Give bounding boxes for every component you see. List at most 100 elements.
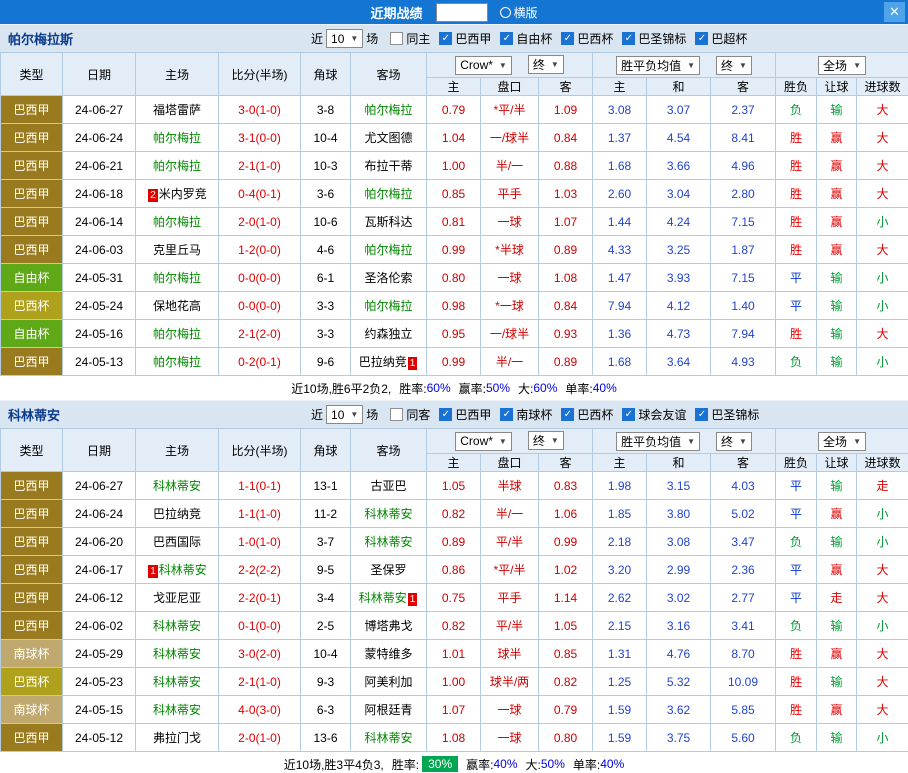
score: 2-1(1-0) <box>219 152 301 180</box>
euro-away-odds: 1.40 <box>711 292 776 320</box>
result-handicap: 赢 <box>817 500 857 528</box>
league-checkbox[interactable]: ✓球会友谊 <box>622 406 686 423</box>
team-label: 科林蒂安 <box>364 535 412 549</box>
league-checkbox[interactable]: ✓自由杯 <box>500 30 552 47</box>
match-count-select[interactable]: 10▼ <box>326 405 363 424</box>
col-subheader: 让球 <box>817 78 857 96</box>
asian-handicap: 一/球半 <box>481 320 539 348</box>
stat-value: 40% <box>600 757 624 771</box>
avg-odds-select[interactable]: 胜平负均值▼ <box>616 432 700 451</box>
league-checkbox[interactable]: ✓巴西甲 <box>439 30 491 47</box>
stat-value: 50% <box>541 757 565 771</box>
league-checkbox[interactable]: ✓巴超杯 <box>695 30 747 47</box>
result-winlose: 胜 <box>776 640 817 668</box>
away-team: 布拉干蒂 <box>351 152 427 180</box>
asian-away-odds: 0.83 <box>539 472 593 500</box>
asian-home-odds: 1.07 <box>427 696 481 724</box>
layout-radio-group: 竖版 横版 <box>436 3 537 22</box>
league-checkbox[interactable]: 同客 <box>390 406 430 423</box>
score: 3-0(1-0) <box>219 96 301 124</box>
final-odds-select[interactable]: 终▼ <box>528 431 564 450</box>
asian-away-odds: 0.85 <box>539 640 593 668</box>
result-goals: 小 <box>857 612 908 640</box>
result-goals: 大 <box>857 320 908 348</box>
score: 2-0(1-0) <box>219 724 301 752</box>
match-row: 巴西甲24-06-27科林蒂安1-1(0-1)13-1古亚巴1.05半球0.83… <box>1 472 908 500</box>
match-row: 巴西甲24-06-182米内罗竞0-4(0-1)3-6帕尔梅拉0.85平手1.0… <box>1 180 908 208</box>
result-winlose: 负 <box>776 96 817 124</box>
col-subheader: 让球 <box>817 454 857 472</box>
asian-away-odds: 0.80 <box>539 724 593 752</box>
scope-select[interactable]: 全场▼ <box>818 432 866 451</box>
euro-draw-odds: 2.99 <box>647 556 711 584</box>
euro-home-odds: 1.47 <box>593 264 647 292</box>
asian-handicap: *一球 <box>481 292 539 320</box>
odds-company-select[interactable]: Crow*▼ <box>455 432 512 451</box>
results-table: 类型日期主场比分(半场)角球客场Crow*▼终▼胜平负均值▼终▼全场▼主盘口客主… <box>0 428 908 752</box>
chevron-down-icon: ▼ <box>551 60 559 69</box>
asian-handicap: 一球 <box>481 724 539 752</box>
home-team: 科林蒂安 <box>136 668 219 696</box>
final-odds-select[interactable]: 终▼ <box>716 432 752 451</box>
team-name: 帕尔梅拉斯 <box>8 29 73 48</box>
result-goals: 大 <box>857 180 908 208</box>
match-row: 巴西甲24-06-20巴西国际1-0(1-0)3-7科林蒂安0.89平/半0.9… <box>1 528 908 556</box>
scope-controls: 全场▼ <box>776 429 908 454</box>
summary-stat: 胜率:30% <box>392 756 458 773</box>
euro-draw-odds: 3.07 <box>647 96 711 124</box>
summary-row: 近10场,胜6平2负2,胜率:60%赢率:50%大:60%单率:40% <box>0 376 908 400</box>
match-row: 南球杯24-05-15科林蒂安4-0(3-0)6-3阿根廷青1.07一球0.79… <box>1 696 908 724</box>
layout-radio-horizontal[interactable]: 横版 <box>500 4 538 21</box>
checkbox-label: 南球杯 <box>516 406 552 423</box>
avg-odds-select[interactable]: 胜平负均值▼ <box>616 56 700 75</box>
chevron-down-icon: ▼ <box>551 436 559 445</box>
result-goals: 小 <box>857 724 908 752</box>
match-row: 巴西甲24-06-12戈亚尼亚2-2(0-1)3-4科林蒂安10.75平手1.1… <box>1 584 908 612</box>
competition-type: 巴西杯 <box>1 668 63 696</box>
radio-label: 横版 <box>514 4 538 21</box>
result-goals: 大 <box>857 96 908 124</box>
scope-select[interactable]: 全场▼ <box>818 56 866 75</box>
odds-company-select[interactable]: Crow*▼ <box>455 56 512 75</box>
close-button[interactable]: ✕ <box>884 2 905 22</box>
league-checkbox[interactable]: ✓巴西杯 <box>561 406 613 423</box>
home-team: 戈亚尼亚 <box>136 584 219 612</box>
odds-company-select-value: Crow* <box>460 434 493 448</box>
away-team: 瓦斯科达 <box>351 208 427 236</box>
team-label: 保地花高 <box>153 299 201 313</box>
league-checkbox[interactable]: ✓南球杯 <box>500 406 552 423</box>
asian-home-odds: 1.05 <box>427 472 481 500</box>
home-team: 帕尔梅拉 <box>136 264 219 292</box>
league-checkbox[interactable]: ✓巴西杯 <box>561 30 613 47</box>
result-goals: 大 <box>857 152 908 180</box>
match-date: 24-06-17 <box>63 556 136 584</box>
col-subheader: 胜负 <box>776 454 817 472</box>
summary-stat: 胜率:60% <box>399 380 450 397</box>
home-team: 巴拉纳竞 <box>136 500 219 528</box>
scope-controls: 全场▼ <box>776 53 908 78</box>
result-winlose: 负 <box>776 348 817 376</box>
team-label: 帕尔梅拉 <box>153 271 201 285</box>
layout-radio-vertical[interactable]: 竖版 <box>436 3 487 22</box>
league-checkbox[interactable]: ✓巴圣锦标 <box>695 406 759 423</box>
final-odds-select[interactable]: 终▼ <box>716 56 752 75</box>
asian-home-odds: 0.86 <box>427 556 481 584</box>
corner-count: 9-5 <box>301 556 351 584</box>
result-goals: 小 <box>857 292 908 320</box>
summary-stat: 赢率:50% <box>459 380 510 397</box>
competition-type: 巴西甲 <box>1 236 63 264</box>
near-label: 近 <box>311 30 323 47</box>
summary-row: 近10场,胜3平4负3,胜率:30%赢率:40%大:50%单率:40% <box>0 752 908 773</box>
games-label: 场 <box>366 406 378 423</box>
corner-count: 10-4 <box>301 640 351 668</box>
competition-type: 巴西甲 <box>1 500 63 528</box>
match-count-select[interactable]: 10▼ <box>326 29 363 48</box>
match-date: 24-05-13 <box>63 348 136 376</box>
league-checkbox[interactable]: ✓巴圣锦标 <box>622 30 686 47</box>
home-team: 帕尔梅拉 <box>136 124 219 152</box>
league-checkbox[interactable]: ✓巴西甲 <box>439 406 491 423</box>
final-odds-select[interactable]: 终▼ <box>528 55 564 74</box>
league-checkbox[interactable]: 同主 <box>390 30 430 47</box>
score: 1-1(0-1) <box>219 472 301 500</box>
score: 0-4(0-1) <box>219 180 301 208</box>
